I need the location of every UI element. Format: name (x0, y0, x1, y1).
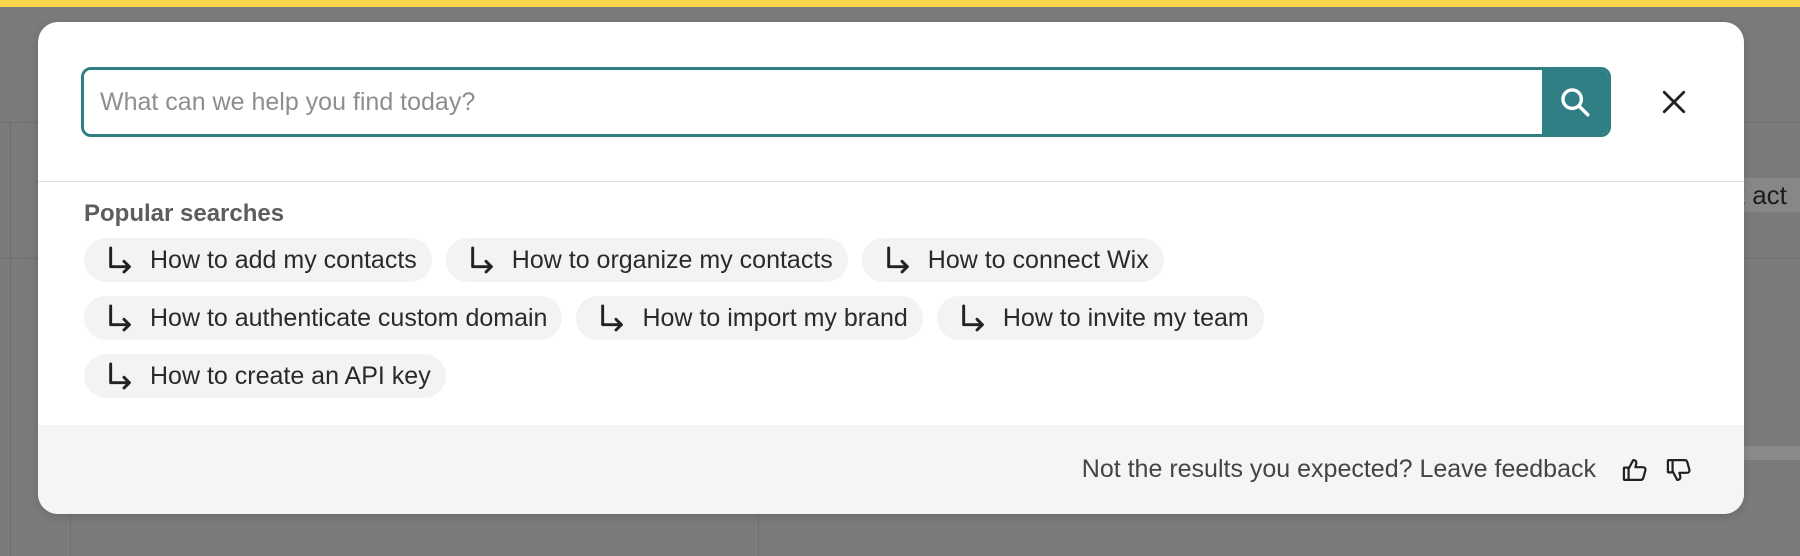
search-modal: Popular searches How to add my contacts … (38, 22, 1744, 514)
popular-search-label: How to add my contacts (150, 245, 417, 274)
feedback-footer: Not the results you expected? Leave feed… (38, 425, 1744, 514)
popular-search-chip[interactable]: How to invite my team (936, 296, 1264, 340)
arrow-turn-down-right-icon (466, 244, 498, 276)
arrow-turn-down-right-icon (104, 244, 136, 276)
popular-searches-title: Popular searches (84, 200, 285, 227)
popular-search-chip[interactable]: How to authenticate custom domain (84, 296, 563, 340)
popular-search-chip[interactable]: How to connect Wix (861, 238, 1164, 282)
popular-search-label: How to authenticate custom domain (150, 303, 548, 332)
popular-search-label: How to connect Wix (927, 245, 1149, 274)
search-input[interactable] (84, 70, 1542, 134)
popular-searches-list: How to add my contacts How to organize m… (84, 238, 1384, 398)
background-element (1740, 446, 1800, 460)
thumbs-down-icon (1666, 458, 1691, 481)
search-box (81, 67, 1611, 137)
search-icon (1561, 88, 1590, 117)
top-accent-bar (0, 0, 1800, 7)
thumbs-down-button[interactable] (1662, 453, 1696, 487)
search-button[interactable] (1542, 70, 1608, 134)
popular-search-label: How to invite my team (1002, 303, 1249, 332)
arrow-turn-down-right-icon (957, 302, 989, 334)
popular-search-label: How to import my brand (642, 303, 908, 332)
search-header (38, 22, 1744, 182)
arrow-turn-down-right-icon (104, 360, 136, 392)
background-divider (758, 510, 759, 556)
arrow-turn-down-right-icon (596, 302, 628, 334)
popular-searches: Popular searches How to add my contacts … (84, 200, 1684, 398)
popular-search-label: How to create an API key (150, 361, 431, 390)
arrow-turn-down-right-icon (882, 244, 914, 276)
popular-search-chip[interactable]: How to add my contacts (84, 238, 432, 282)
popular-search-chip[interactable]: How to import my brand (576, 296, 923, 340)
thumbs-up-icon (1622, 458, 1647, 481)
thumbs-up-button[interactable] (1618, 453, 1652, 487)
background-divider (10, 122, 11, 556)
leave-feedback-link[interactable]: Not the results you expected? Leave feed… (1082, 455, 1596, 484)
background-divider (70, 510, 71, 556)
close-button[interactable] (1650, 78, 1698, 126)
popular-search-chip[interactable]: How to organize my contacts (445, 238, 848, 282)
popular-search-chip[interactable]: How to create an API key (84, 354, 446, 398)
close-icon (1662, 90, 1686, 114)
arrow-turn-down-right-icon (104, 302, 136, 334)
popular-search-label: How to organize my contacts (511, 245, 833, 274)
